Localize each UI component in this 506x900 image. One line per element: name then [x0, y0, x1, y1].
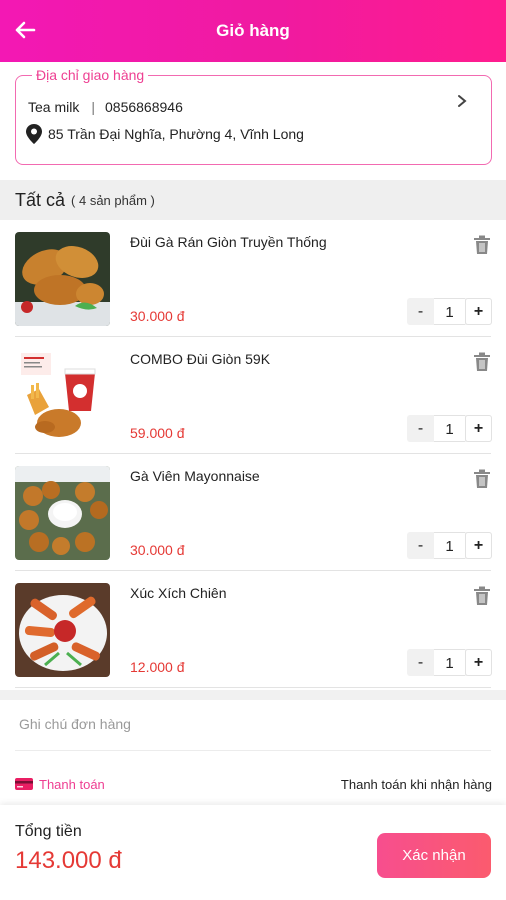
arrow-left-icon[interactable] [10, 15, 40, 45]
section-header: Tất cả ( 4 sản phẩm ) [0, 180, 506, 220]
product-name: Đùi Gà Rán Giòn Truyền Thống [130, 234, 327, 250]
product-image [15, 349, 110, 443]
checkout-footer: Tổng tiền 143.000 đ Xác nhận [0, 805, 506, 900]
product-price: 59.000 đ [130, 425, 185, 441]
trash-icon[interactable] [473, 469, 491, 489]
address-legend: Địa chỉ giao hàng [32, 67, 149, 83]
street-row: 85 Trần Đại Nghĩa, Phường 4, Vĩnh Long [26, 124, 304, 144]
confirm-button[interactable]: Xác nhận [377, 833, 491, 878]
location-pin-icon [26, 124, 42, 144]
quantity-stepper: - 1 + [407, 649, 492, 676]
delivery-address-card[interactable]: Địa chỉ giao hàng Tea milk | 0856868946 … [15, 67, 492, 165]
order-note-input[interactable]: Ghi chú đơn hàng [19, 716, 131, 732]
payment-method: Thanh toán khi nhận hàng [340, 776, 492, 792]
quantity-stepper: - 1 + [407, 415, 492, 442]
trash-icon[interactable] [473, 235, 491, 255]
quantity-stepper: - 1 + [407, 298, 492, 325]
recipient-phone: 0856868946 [105, 99, 183, 115]
street-address: 85 Trần Đại Nghĩa, Phường 4, Vĩnh Long [48, 126, 304, 142]
increase-quantity-button[interactable]: + [465, 532, 492, 559]
payment-label: Thanh toán [39, 776, 105, 792]
product-price: 30.000 đ [130, 542, 185, 558]
recipient-name: Tea milk [28, 99, 80, 115]
cart-list: Đùi Gà Rán Giòn Truyền Thống 30.000 đ - … [0, 220, 506, 688]
product-name: Xúc Xích Chiên [130, 585, 227, 601]
section-divider [0, 690, 506, 700]
section-all-label: Tất cả [15, 189, 66, 210]
trash-icon[interactable] [473, 352, 491, 372]
cart-item: Xúc Xích Chiên 12.000 đ - 1 + [0, 571, 506, 688]
credit-card-icon [15, 778, 33, 790]
item-count: ( 4 sản phẩm ) [71, 192, 155, 208]
payment-row[interactable]: Thanh toán Thanh toán khi nhận hàng [15, 774, 492, 794]
cart-item: Gà Viên Mayonnaise 30.000 đ - 1 + [0, 454, 506, 571]
increase-quantity-button[interactable]: + [465, 649, 492, 676]
product-price: 30.000 đ [130, 308, 185, 324]
product-image [15, 466, 110, 560]
quantity-stepper: - 1 + [407, 532, 492, 559]
increase-quantity-button[interactable]: + [465, 298, 492, 325]
product-name: COMBO Đùi Giòn 59K [130, 351, 271, 367]
quantity-value[interactable]: 1 [434, 649, 465, 676]
page-title: Giỏ hàng [216, 21, 290, 40]
chevron-right-icon[interactable] [455, 94, 469, 108]
total-label: Tổng tiền [15, 823, 82, 840]
product-image [15, 583, 110, 677]
quantity-value[interactable]: 1 [434, 298, 465, 325]
increase-quantity-button[interactable]: + [465, 415, 492, 442]
divider [15, 750, 491, 751]
product-price: 12.000 đ [130, 659, 185, 675]
product-image [15, 232, 110, 326]
quantity-value[interactable]: 1 [434, 532, 465, 559]
recipient-row: Tea milk | 0856868946 [28, 99, 183, 115]
cart-item: Đùi Gà Rán Giòn Truyền Thống 30.000 đ - … [0, 220, 506, 337]
decrease-quantity-button[interactable]: - [407, 298, 434, 325]
recipient-separator: | [91, 99, 95, 115]
trash-icon[interactable] [473, 586, 491, 606]
divider [15, 687, 491, 688]
cart-item: COMBO Đùi Giòn 59K 59.000 đ - 1 + [0, 337, 506, 454]
product-name: Gà Viên Mayonnaise [130, 468, 260, 484]
decrease-quantity-button[interactable]: - [407, 649, 434, 676]
app-header: Giỏ hàng [0, 0, 506, 62]
decrease-quantity-button[interactable]: - [407, 532, 434, 559]
quantity-value[interactable]: 1 [434, 415, 465, 442]
decrease-quantity-button[interactable]: - [407, 415, 434, 442]
total-value: 143.000 đ [15, 847, 122, 874]
